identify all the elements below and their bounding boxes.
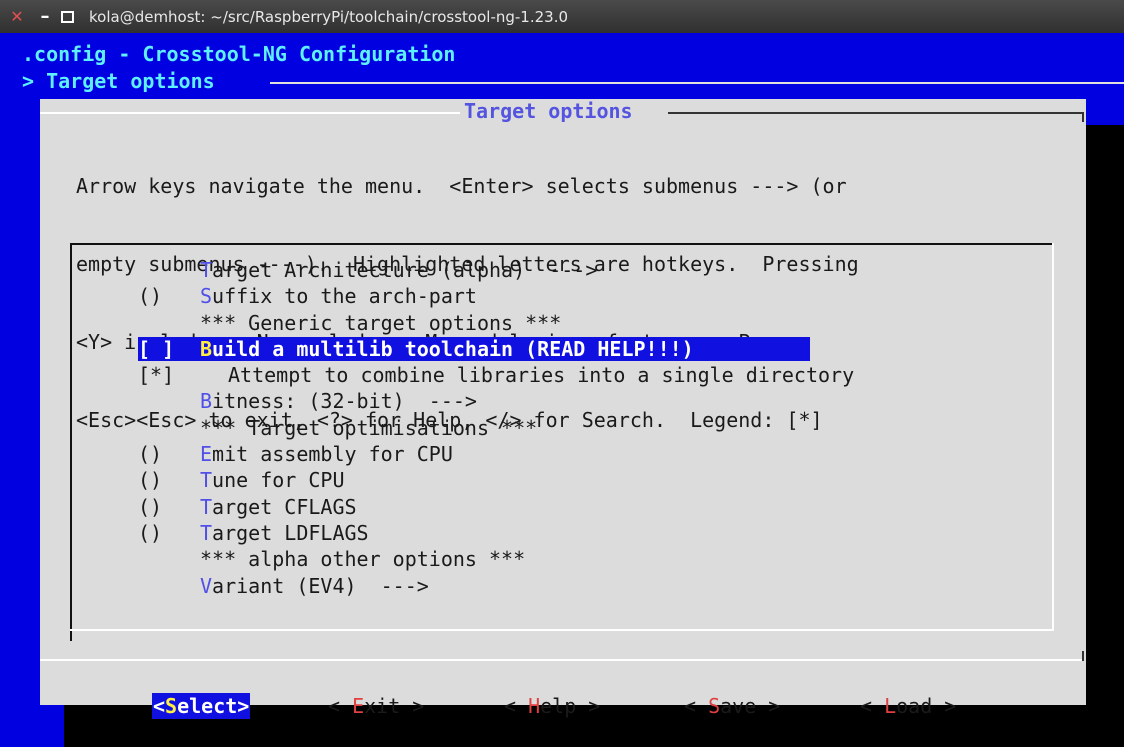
- menu-item-mark[interactable]: [*]: [138, 362, 174, 388]
- button-save[interactable]: < Save >: [684, 693, 780, 719]
- menu-item-text: *** Target optimisations ***: [200, 415, 538, 440]
- menu-item-hotkey: T: [200, 258, 213, 282]
- button-bracket: <: [504, 694, 529, 718]
- menu-item-label: *** alpha other options ***: [200, 546, 525, 572]
- menu-item-hotkey: T: [200, 468, 213, 493]
- menu-item-label: Target LDFLAGS: [200, 520, 369, 546]
- button-bar: <Select> < Exit > < Help > < Save > < Load >: [40, 693, 1086, 721]
- button-help[interactable]: < Help >: [504, 693, 600, 719]
- button-select[interactable]: <Select>: [152, 693, 251, 719]
- menu-item-hotkey: S: [200, 284, 213, 309]
- menu-item-hotkey: V: [200, 573, 213, 598]
- config-title: .config - Crosstool-NG Configuration: [22, 42, 456, 66]
- menu-item-text: itness: (32-bit) --->: [212, 389, 477, 414]
- button-hotkey: S: [708, 694, 721, 718]
- menu-item-label: Bitness: (32-bit) --->: [200, 388, 477, 414]
- menu-item-label: Target CFLAGS: [200, 494, 357, 520]
- button-label: elp >: [540, 694, 601, 718]
- menu-item[interactable]: () Suffix to the arch-part: [70, 283, 1054, 309]
- target-options-dialog: Target options Arrow keys navigate the m…: [40, 99, 1086, 719]
- button-load[interactable]: < Load >: [860, 693, 956, 719]
- menu-item-hotkey: T: [200, 520, 213, 545]
- menu-item-hotkey: E: [200, 442, 213, 467]
- button-separator: [40, 659, 1082, 661]
- menu-item[interactable]: Variant (EV4) --->: [70, 573, 1054, 599]
- button-label: oad >: [896, 694, 957, 718]
- menu-item-label: Tune for CPU: [200, 467, 345, 493]
- menu-item[interactable]: [ ] Build a multilib toolchain (READ HELP…: [70, 336, 1054, 362]
- menu-item-mark[interactable]: (): [138, 494, 162, 520]
- button-hotkey: S: [165, 694, 178, 718]
- menu-item-mark[interactable]: (): [138, 520, 162, 546]
- menu-item[interactable]: *** Generic target options ***: [70, 310, 1054, 336]
- dialog-border: [40, 112, 460, 114]
- menu-item-mark[interactable]: (): [138, 441, 162, 467]
- menu-item-text: arget Architecture (alpha) --->: [212, 258, 598, 282]
- menu-item-label: *** Generic target options ***: [200, 310, 561, 336]
- button-separator: [1082, 651, 1084, 661]
- menu-item-label: *** Target optimisations ***: [200, 415, 537, 441]
- button-bracket: <: [328, 694, 353, 718]
- maximize-icon[interactable]: [61, 10, 74, 23]
- button-bracket: <: [860, 694, 885, 718]
- menu-item[interactable]: () Emit assembly for CPU: [70, 441, 1054, 467]
- menu-item-hotkey: B: [200, 389, 213, 414]
- menu-item[interactable]: Bitness: (32-bit) --->: [70, 388, 1054, 414]
- menu-item-hotkey: B: [200, 336, 213, 361]
- menu-item-label: Emit assembly for CPU: [200, 441, 453, 467]
- button-bracket: <: [684, 694, 709, 718]
- breadcrumb: > Target options: [22, 69, 215, 93]
- menu-item-text: *** alpha other options ***: [200, 547, 526, 572]
- window-titlebar: ✕ – kola@demhost: ~/src/RaspberryPi/tool…: [0, 0, 1124, 33]
- menu-item-text: une for CPU: [212, 468, 345, 493]
- menu-item-text: Attempt to combine libraries into a sing…: [228, 363, 855, 388]
- button-hotkey: H: [528, 694, 541, 718]
- menu-item-text: arget LDFLAGS: [212, 520, 369, 545]
- menu-item[interactable]: () Tune for CPU: [70, 467, 1054, 493]
- menu-item-text: mit assembly for CPU: [212, 442, 453, 467]
- menu-item[interactable]: [*] Attempt to combine libraries into a s…: [70, 362, 1054, 388]
- menu-item-mark[interactable]: [ ]: [138, 336, 174, 362]
- menu-item-text: ariant (EV4) --->: [212, 573, 429, 598]
- menu-item-label: Target Architecture (alpha) --->: [200, 257, 597, 283]
- menu-item[interactable]: *** Target optimisations ***: [70, 415, 1054, 441]
- minimize-icon[interactable]: –: [34, 6, 56, 28]
- dialog-shadow-right: [1086, 125, 1124, 705]
- menu-item-label: Suffix to the arch-part: [200, 283, 477, 309]
- menu-item-text: uffix to the arch-part: [212, 284, 477, 309]
- window-title: kola@demhost: ~/src/RaspberryPi/toolchai…: [89, 7, 569, 26]
- menu-item-mark[interactable]: (): [138, 467, 162, 493]
- menu-box: Target Architecture (alpha) ---> () Suffix…: [70, 243, 1054, 631]
- menu-item-label: Attempt to combine libraries into a sing…: [228, 362, 854, 388]
- button-label: elect>: [177, 694, 250, 718]
- menu-item-label: Variant (EV4) --->: [200, 573, 429, 599]
- menu-item-text: *** Generic target options ***: [200, 310, 562, 335]
- menu-item[interactable]: () Target LDFLAGS: [70, 520, 1054, 546]
- terminal: .config - Crosstool-NG Configuration > T…: [0, 33, 1124, 747]
- menu-item-label: Build a multilib toolchain (READ HELP!!!…: [200, 336, 694, 362]
- menu-item-mark[interactable]: (): [138, 283, 162, 309]
- menu-item[interactable]: () Target CFLAGS: [70, 494, 1054, 520]
- dialog-border: [1082, 112, 1084, 122]
- menu-item-hotkey: T: [200, 494, 213, 519]
- button-bracket: <: [153, 694, 166, 718]
- button-label: ave >: [720, 694, 781, 718]
- dialog-border: [668, 112, 1082, 114]
- menu-item-text: uild a multilib toolchain (READ HELP!!!): [212, 336, 694, 361]
- button-hotkey: L: [884, 694, 897, 718]
- button-exit[interactable]: < Exit >: [328, 693, 424, 719]
- help-line: Arrow keys navigate the menu. <Enter> se…: [76, 174, 847, 198]
- menu-item-text: arget CFLAGS: [212, 494, 357, 519]
- menu-box-border: [70, 243, 1054, 245]
- menu-item[interactable]: Target Architecture (alpha) --->: [70, 257, 1054, 283]
- button-label: xit >: [364, 694, 425, 718]
- menu-item[interactable]: *** alpha other options ***: [70, 546, 1054, 572]
- button-hotkey: E: [352, 694, 365, 718]
- menu-box-border: [70, 631, 72, 641]
- breadcrumb-rule: [270, 82, 1124, 84]
- close-icon[interactable]: ✕: [6, 6, 28, 28]
- menu-box-border: [70, 629, 1054, 631]
- menu-list: Target Architecture (alpha) ---> () Suffix…: [70, 257, 1054, 599]
